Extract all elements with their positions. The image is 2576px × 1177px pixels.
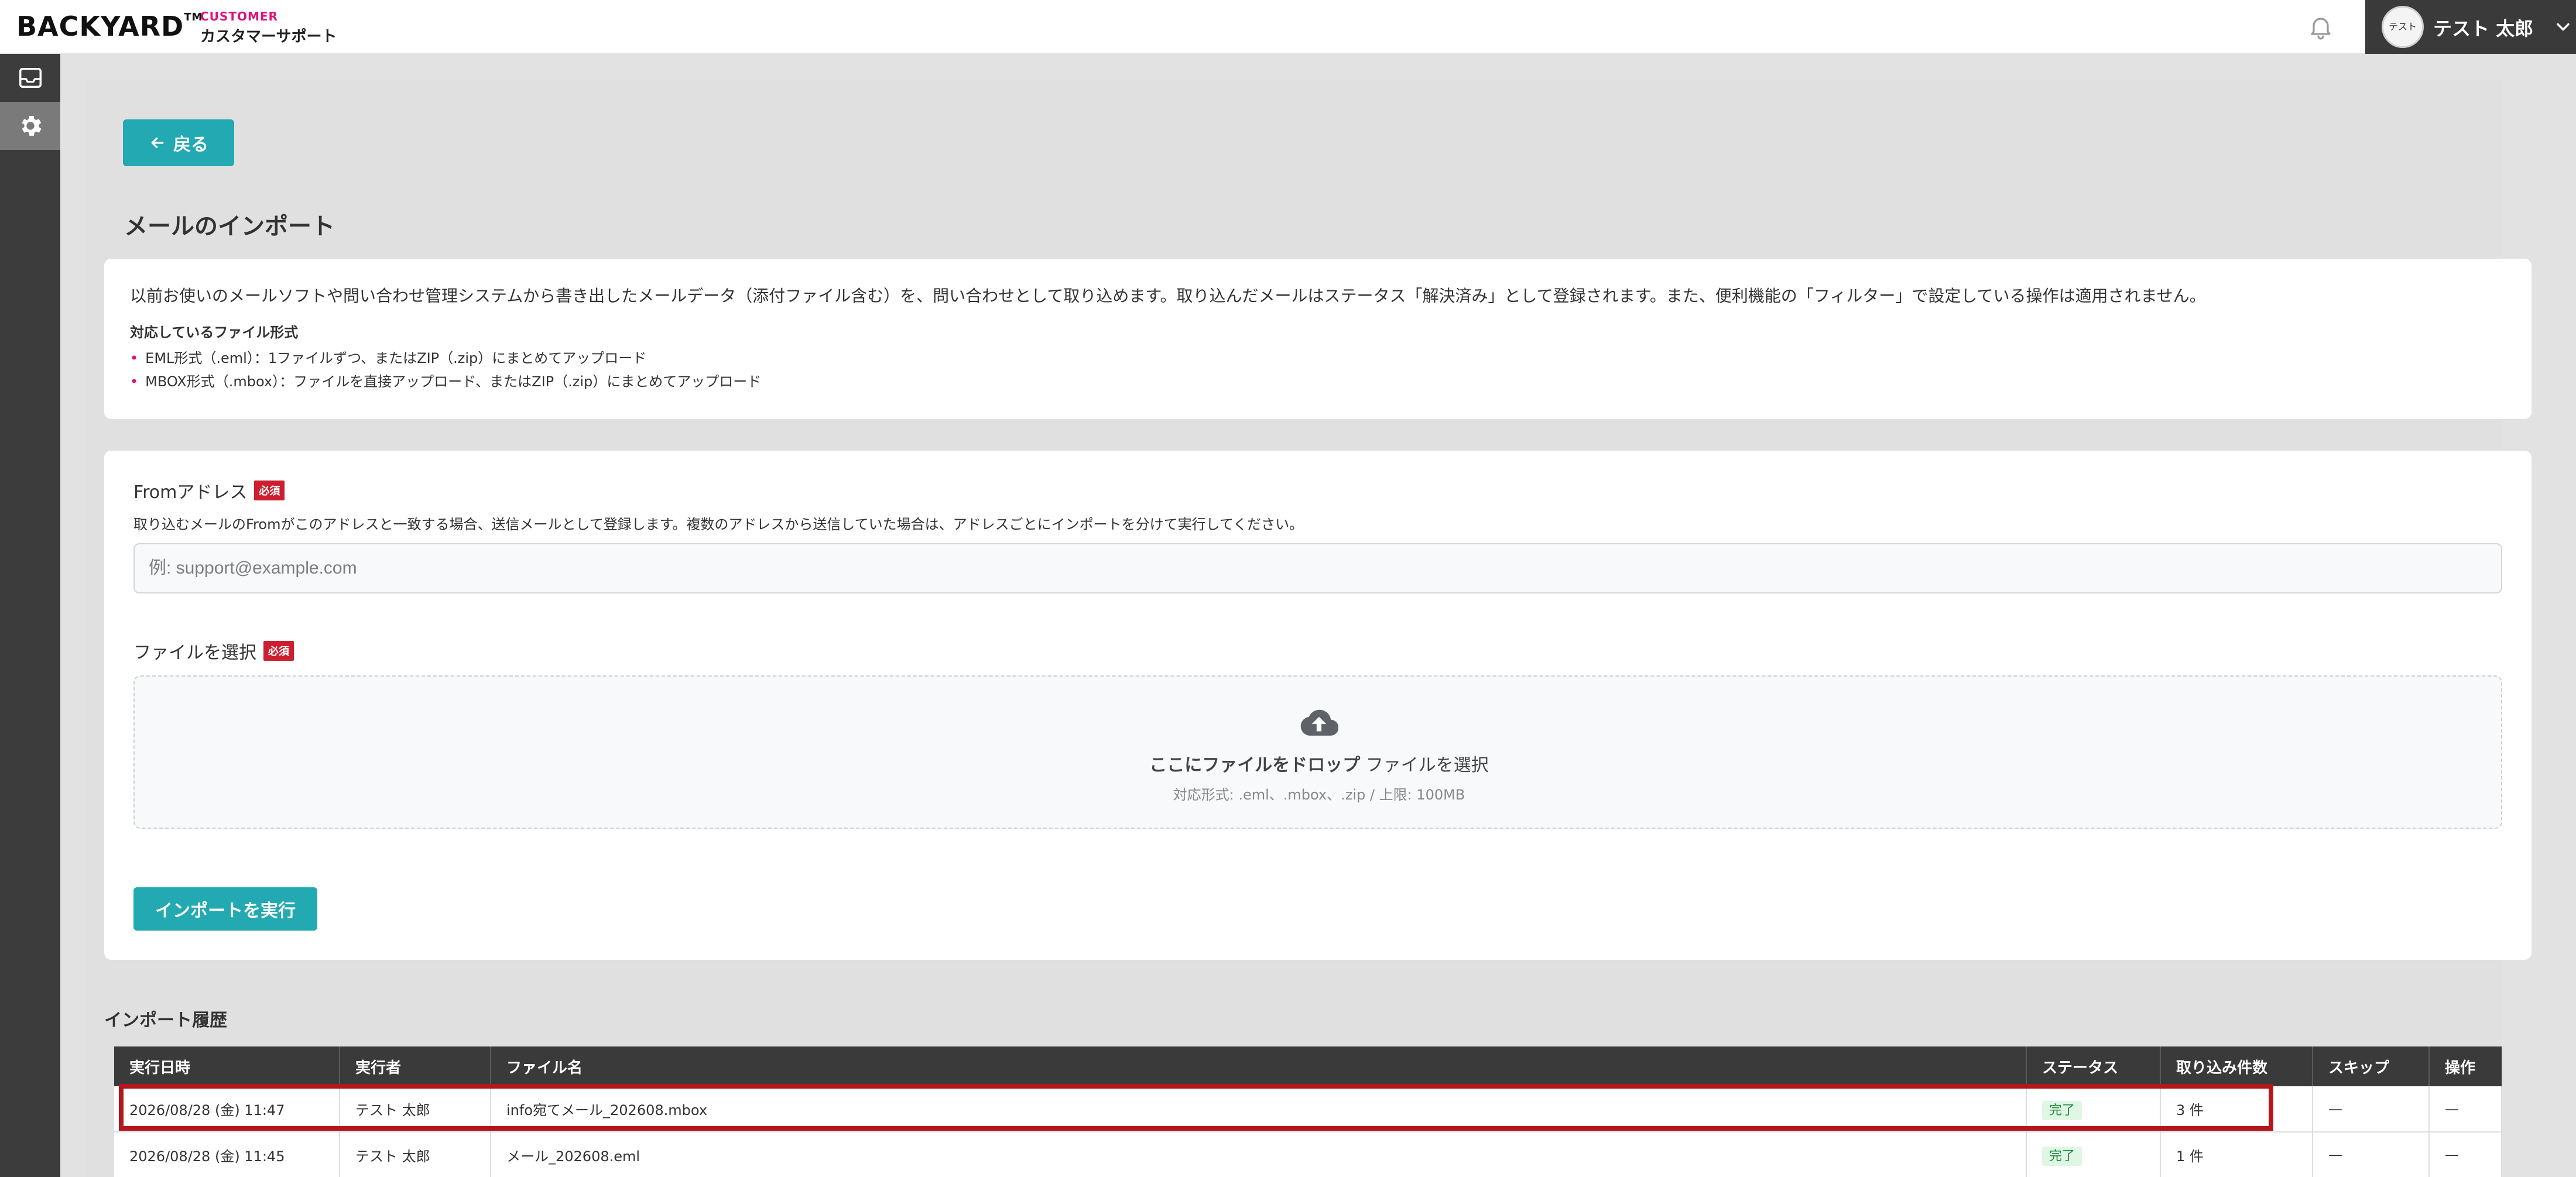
sidebar-item-settings[interactable] [0, 102, 60, 150]
cell-datetime: 2026/08/28 (金) 11:45 [114, 1132, 340, 1177]
column-header-datetime[interactable]: 実行日時 [114, 1046, 340, 1086]
logo-text: BACKYARD [16, 11, 184, 42]
column-header-filename[interactable]: ファイル名 [491, 1046, 2027, 1086]
dropzone-limits: 対応形式: .eml、.mbox、.zip / 上限: 100MB [1173, 787, 1465, 803]
cell-skip: — [2313, 1132, 2430, 1177]
required-badge: 必須 [254, 481, 285, 500]
sidebar-item-inbox[interactable] [0, 54, 60, 102]
row-highlight-box [119, 1084, 2273, 1131]
format-item-mbox: MBOX形式（.mbox）：ファイルを直接アップロード、またはZIP（.zip）… [130, 370, 761, 393]
bell-icon[interactable] [2307, 13, 2335, 41]
file-dropzone[interactable]: ここにファイルをドロップ ファイルを選択 対応形式: .eml、.mbox、.z… [133, 675, 2502, 829]
logo-subtitle: カスタマーサポート [200, 28, 337, 46]
column-header-status[interactable]: ステータス [2026, 1046, 2161, 1086]
back-button[interactable]: 戻る [123, 119, 234, 166]
table-header-row: 実行日時 実行者 ファイル名 ステータス 取り込み件数 スキップ 操作 [114, 1046, 2502, 1086]
column-header-skip[interactable]: スキップ [2313, 1046, 2430, 1086]
sidebar [0, 54, 60, 1177]
required-badge: 必須 [263, 641, 294, 661]
cell-status: 完了 [2026, 1132, 2161, 1177]
app-logo[interactable]: BACKYARDTM [16, 11, 203, 42]
cloud-upload-icon [1300, 709, 1338, 736]
user-name: テスト 太郎 [2433, 18, 2534, 40]
from-address-label: Fromアドレス 必須 [133, 478, 285, 503]
status-badge: 完了 [2042, 1147, 2082, 1166]
formats-title: 対応しているファイル形式 [130, 324, 299, 341]
import-history-title: インポート履歴 [104, 1010, 227, 1031]
import-form-card: Fromアドレス 必須 取り込むメールのFromがこのアドレスと一致する場合、送… [104, 451, 2532, 960]
column-header-user[interactable]: 実行者 [340, 1046, 491, 1086]
from-address-help: 取り込むメールのFromがこのアドレスと一致する場合、送信メールとして登録します… [133, 516, 1304, 533]
dropzone-select-link[interactable]: ファイルを選択 [1366, 755, 1489, 775]
gear-icon [21, 116, 42, 136]
info-card: 以前お使いのメールソフトや問い合わせ管理システムから書き出したメールデータ（添付… [104, 259, 2532, 419]
formats-list: EML形式（.eml）：1ファイルずつ、またはZIP（.zip）にまとめてアップ… [130, 346, 761, 393]
from-address-label-text: Fromアドレス [133, 482, 248, 503]
chevron-down-icon [2557, 23, 2570, 31]
file-select-label-text: ファイルを選択 [133, 643, 256, 663]
cell-action: — [2429, 1086, 2502, 1133]
cell-user: テスト 太郎 [340, 1132, 491, 1177]
top-header: BACKYARDTM CUSTOMER カスタマーサポート テスト テスト 太郎 [0, 0, 2576, 54]
user-menu[interactable]: テスト テスト 太郎 [2365, 0, 2576, 54]
dropzone-main-text: ここにファイルをドロップ ファイルを選択 [135, 750, 2503, 776]
run-import-button[interactable]: インポートを実行 [133, 887, 317, 931]
page-title: メールのインポート [124, 213, 335, 240]
from-address-input[interactable] [133, 543, 2502, 593]
file-select-label: ファイルを選択 必須 [133, 638, 294, 664]
cell-count: 1 件 [2160, 1132, 2313, 1177]
table-row[interactable]: 2026/08/28 (金) 11:45 テスト 太郎 メール_202608.e… [114, 1132, 2502, 1177]
logo-customer-label: CUSTOMER [200, 9, 278, 23]
logo-subtitle-block: CUSTOMER カスタマーサポート [200, 9, 337, 46]
cell-filename: メール_202608.eml [491, 1132, 2027, 1177]
avatar: テスト [2382, 6, 2424, 48]
column-header-count[interactable]: 取り込み件数 [2160, 1046, 2313, 1086]
import-description: 以前お使いのメールソフトや問い合わせ管理システムから書き出したメールデータ（添付… [130, 286, 2206, 306]
dropzone-drop-text: ここにファイルをドロップ [1149, 755, 1361, 775]
cell-skip: — [2313, 1086, 2430, 1133]
format-item-eml: EML形式（.eml）：1ファイルずつ、またはZIP（.zip）にまとめてアップ… [130, 346, 761, 370]
inbox-icon [19, 67, 42, 88]
cell-action: — [2429, 1132, 2502, 1177]
column-header-action[interactable]: 操作 [2429, 1046, 2502, 1086]
back-button-label: 戻る [173, 135, 208, 155]
arrow-left-icon [151, 137, 164, 149]
